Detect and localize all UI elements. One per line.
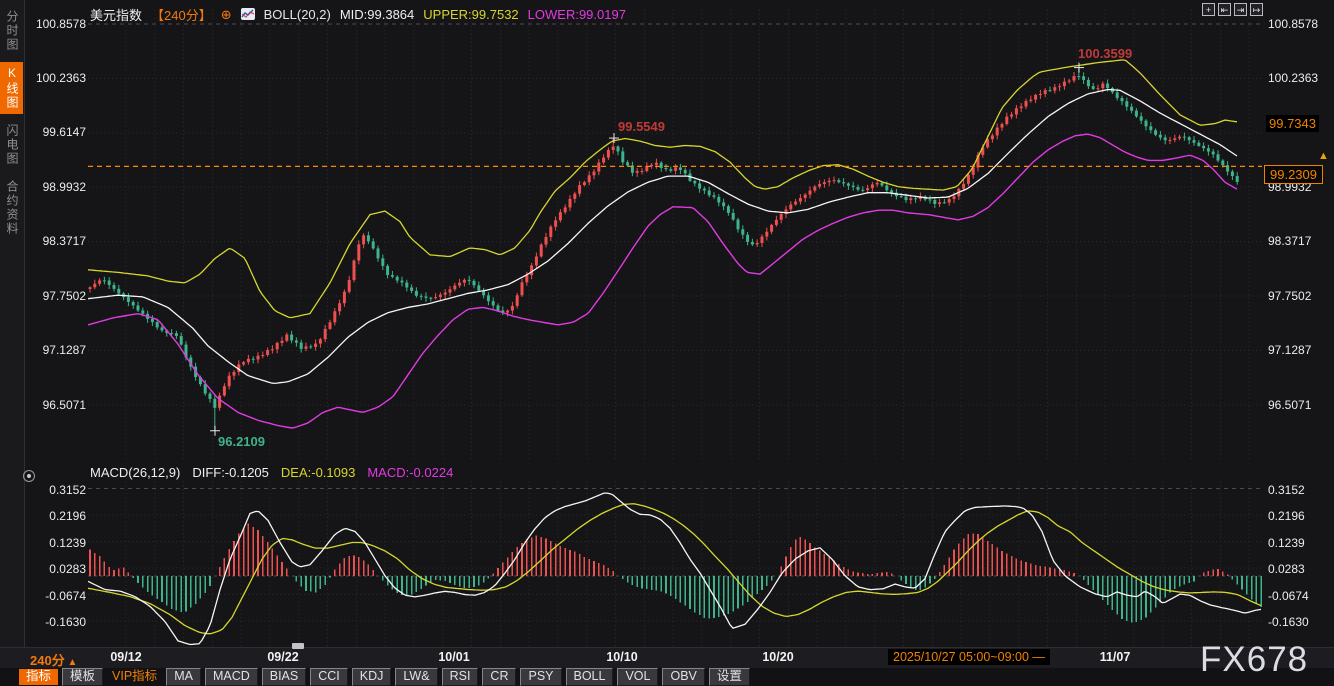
date-label: 09/12 — [110, 650, 141, 664]
macd-dea-value: DEA:-0.1093 — [281, 465, 355, 480]
hover-time-tag: 2025/10/27 05:00~09:00 — — [888, 649, 1050, 665]
compress-left-icon[interactable]: ⇤ — [1218, 3, 1231, 16]
price-axis-label-right: 100.2363 — [1268, 71, 1318, 86]
sidebar-item-kline-chart[interactable]: K线图 — [0, 62, 23, 114]
add-indicator-icon[interactable]: ⊕ — [221, 8, 232, 21]
toolbar-button-CCI[interactable]: CCI — [310, 668, 348, 686]
symbol-name: 美元指数 — [90, 5, 142, 24]
price-axis-label-right: 97.7502 — [1268, 289, 1311, 304]
annotation-swing-high-1: 99.5549 — [618, 119, 665, 134]
annotation-swing-low: 96.2109 — [218, 434, 265, 449]
date-label: 10/01 — [438, 650, 469, 664]
price-axis-label-right: 97.1287 — [1268, 343, 1311, 358]
price-axis-label-left: 100.2363 — [0, 71, 86, 86]
period-selector[interactable]: 240分 ▲ — [30, 650, 77, 669]
date-label: 11/07 — [1100, 650, 1131, 664]
date-label: 09/22 — [267, 650, 298, 664]
macd-axis-label-left: 0.1239 — [0, 536, 86, 551]
toolbar-button-BIAS[interactable]: BIAS — [262, 668, 307, 686]
macd-line — [88, 504, 1261, 634]
toolbar-button-VOL[interactable]: VOL — [617, 668, 658, 686]
toolbar-button-RSI[interactable]: RSI — [442, 668, 479, 686]
macd-header: MACD(26,12,9) DIFF:-0.1205 DEA:-0.1093 M… — [90, 465, 453, 480]
period-dropdown-arrow-icon: ▲ — [65, 657, 78, 668]
current-price-tag: 99.2309 — [1264, 165, 1323, 184]
macd-axis-label-right: 0.2196 — [1268, 509, 1305, 524]
swing-cross-marker — [1074, 63, 1084, 73]
macd-axis-label-right: 0.0283 — [1268, 562, 1305, 577]
main-grid — [88, 10, 1262, 462]
toolbar-button-指标[interactable]: 指标 — [19, 669, 58, 685]
price-axis-label-right: 100.8578 — [1268, 17, 1318, 32]
price-axis-label-left: 97.1287 — [0, 343, 86, 358]
chart-icon[interactable] — [241, 8, 255, 20]
annotation-swing-high-2: 100.3599 — [1078, 46, 1132, 61]
macd-axis-label-left: 0.2196 — [0, 509, 86, 524]
pan-right-icon[interactable]: ↦ — [1250, 3, 1263, 16]
price-axis-label-left: 98.3717 — [0, 234, 86, 249]
price-axis-label-right: 98.3717 — [1268, 234, 1311, 249]
time-axis-row: 240分 ▲ 09/12 09/22 10/01 10/10 10/20 11/07 202… — [0, 647, 1334, 668]
macd-axis-label-left: 0.0283 — [0, 562, 86, 577]
upper-band-price-tag: 99.7343 — [1266, 115, 1319, 132]
chart-terminal-window: 分时图K线图闪电图合约资料 美元指数 【240分】 ⊕ BOLL(20,2) M… — [0, 0, 1334, 686]
indicator-pane-icon[interactable] — [23, 470, 35, 482]
macd-axis-label-right: 0.1239 — [1268, 536, 1305, 551]
price-axis-label-left: 97.7502 — [0, 289, 86, 304]
macd-axis-label-right: -0.1630 — [1268, 615, 1309, 630]
toolbar-button-OBV[interactable]: OBV — [662, 668, 704, 686]
toolbar-button-MACD[interactable]: MACD — [205, 668, 258, 686]
boll-indicator-label: BOLL(20,2) — [264, 7, 331, 22]
macd-diff-value: DIFF:-0.1205 — [192, 465, 269, 480]
price-axis-label-right: 96.5071 — [1268, 398, 1311, 413]
date-label: 10/20 — [762, 650, 793, 664]
toolbar-button-模板[interactable]: 模板 — [62, 668, 103, 686]
macd-axis-label-left: 0.3152 — [0, 483, 86, 498]
macd-histogram — [90, 523, 1261, 622]
chart-header: 美元指数 【240分】 ⊕ BOLL(20,2) MID:99.3864 UPP… — [90, 5, 626, 23]
crosshair-icon[interactable]: + — [1202, 3, 1215, 16]
toolbar-button-PSY[interactable]: PSY — [520, 668, 561, 686]
toolbar-button-MA[interactable]: MA — [166, 668, 201, 686]
macd-axis-label-right: -0.0674 — [1268, 589, 1309, 604]
chart-tools: +⇤⇥↦ — [1202, 3, 1263, 16]
date-label: 10/10 — [606, 650, 637, 664]
swing-cross-marker — [609, 133, 619, 143]
macd-axis-label-right: 0.3152 — [1268, 483, 1305, 498]
bollinger-line — [88, 60, 1237, 318]
toolbar-button-VIP指标[interactable]: VIP指标 — [107, 669, 162, 685]
price-axis-label-left: 99.6147 — [0, 125, 86, 140]
price-up-arrow-icon: ▲ — [1318, 151, 1329, 162]
boll-upper-value: UPPER:99.7532 — [423, 7, 518, 22]
macd-macd-value: MACD:-0.0224 — [367, 465, 453, 480]
toolbar-button-BOLL[interactable]: BOLL — [566, 668, 614, 686]
macd-axis-label-left: -0.0674 — [0, 589, 86, 604]
compress-right-icon[interactable]: ⇥ — [1234, 3, 1247, 16]
macd-line — [88, 493, 1261, 644]
toolbar-button-LW&[interactable]: LW& — [395, 668, 437, 686]
price-axis-label-left: 98.9932 — [0, 180, 86, 195]
macd-indicator-label: MACD(26,12,9) — [90, 465, 180, 480]
boll-lower-value: LOWER:99.0197 — [528, 7, 626, 22]
period-label[interactable]: 【240分】 — [151, 5, 212, 24]
scroll-thumb[interactable] — [292, 643, 304, 649]
price-axis-label-left: 100.8578 — [0, 17, 86, 32]
toolbar-button-CR[interactable]: CR — [482, 668, 516, 686]
toolbar-button-设置[interactable]: 设置 — [709, 668, 750, 686]
main-chart-canvas[interactable] — [88, 10, 1262, 462]
boll-mid-value: MID:99.3864 — [340, 7, 414, 22]
period-value: 240分 — [30, 653, 65, 668]
macd-axis-label-left: -0.1630 — [0, 615, 86, 630]
macd-grid — [88, 481, 1262, 648]
price-axis-label-left: 96.5071 — [0, 398, 86, 413]
indicator-toolbar: 指标模板VIP指标MAMACDBIASCCIKDJLW&RSICRPSY BOLL… — [0, 668, 1334, 686]
fx678-watermark: FX678 — [1200, 640, 1308, 680]
toolbar-button-KDJ[interactable]: KDJ — [352, 668, 392, 686]
macd-chart-canvas[interactable] — [88, 481, 1262, 648]
